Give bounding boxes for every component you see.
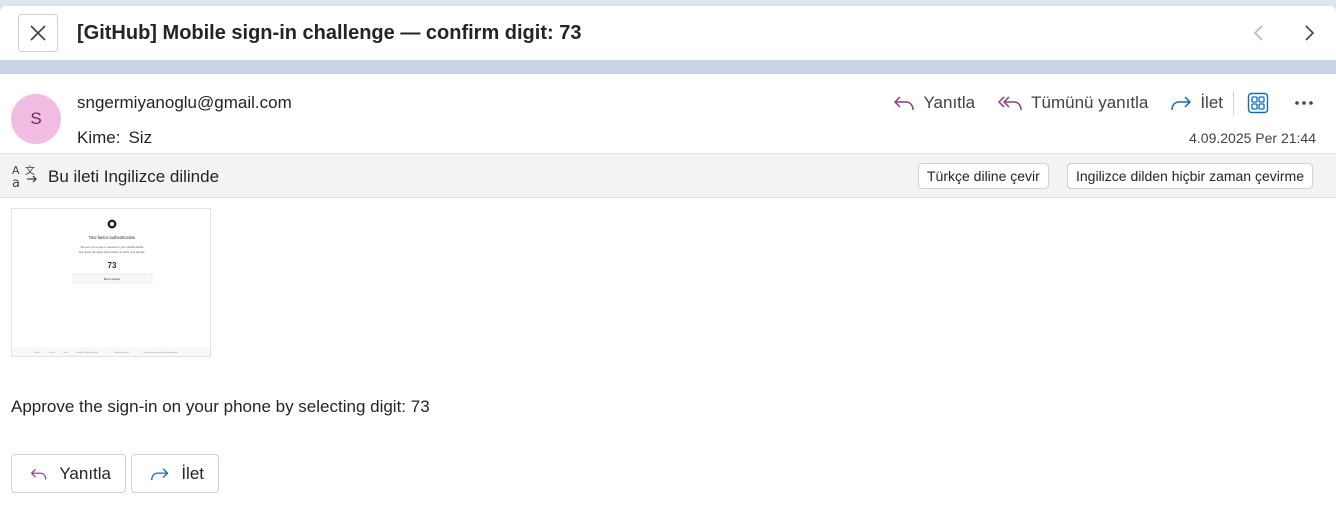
message-header: S sngermiyanoglu@gmail.com Kime: Siz Yanı… [0, 74, 1336, 154]
email-body-text: Approve the sign-in on your phone by sel… [11, 397, 430, 416]
recipient-line: Kime: Siz [77, 128, 160, 148]
bottom-reply-button[interactable]: Yanıtla [11, 454, 126, 493]
email-image-thumbnail[interactable]: Two-factor authentication We sent you a … [11, 208, 211, 357]
thumb-digit: 73 [108, 261, 117, 270]
reply-all-icon [998, 96, 1022, 111]
bottom-reply-label: Yanıtla [59, 463, 111, 483]
thumb-line1: We sent you a sign-in request on your Gi… [81, 245, 144, 249]
reply-label: Yanıtla [923, 93, 976, 112]
thumb-title: Two-factor authentication [89, 235, 136, 240]
bottom-forward-button[interactable]: İlet [131, 454, 219, 493]
forward-icon [151, 467, 169, 480]
thumb-footer-0: Terms [34, 351, 40, 354]
thumb-footer-3: Contact GitHub Support [76, 351, 98, 354]
avatar[interactable]: S [11, 94, 61, 144]
forward-button[interactable]: İlet [1170, 93, 1223, 113]
message-date: 4.09.2025 Per 21:44 [1189, 130, 1316, 146]
actions-divider [1233, 91, 1234, 115]
thumbnail-content: Two-factor authentication We sent you a … [12, 219, 210, 356]
reply-icon [894, 96, 915, 111]
more-actions-button[interactable] [1290, 89, 1318, 117]
svg-text:a: a [12, 176, 20, 189]
translation-bar: A 文 a Bu ileti Ingilizce dilinde Türkçe … [0, 153, 1336, 198]
translation-message: Bu ileti Ingilizce dilinde [48, 167, 220, 186]
thumb-more-options: More options [104, 277, 121, 281]
thumb-line2: app. Enter the digits shown below to ver… [79, 250, 145, 254]
to-label: Kime: [77, 128, 121, 147]
next-message-button[interactable] [1294, 18, 1324, 48]
translate-button[interactable]: Türkçe diline çevir [918, 163, 1049, 189]
forward-label: İlet [1200, 93, 1223, 112]
thumb-footer-2: Docs [63, 352, 68, 354]
reply-all-label: Tümünü yanıtla [1031, 93, 1149, 112]
apps-button[interactable] [1244, 89, 1272, 117]
close-icon [30, 25, 46, 41]
apps-grid-icon [1247, 92, 1269, 114]
thumb-footer-5: Do not share my personal information [143, 351, 178, 354]
chevron-right-icon [1305, 25, 1315, 41]
bottom-forward-label: İlet [181, 463, 204, 483]
reply-button[interactable]: Yanıtla [893, 93, 975, 113]
sender-address[interactable]: sngermiyanoglu@gmail.com [77, 93, 292, 113]
more-icon [1295, 101, 1313, 105]
thumb-footer-1: Privacy [48, 351, 56, 354]
message-actions: Yanıtla Tümünü yanıtla İlet [871, 88, 1318, 118]
title-bar: [GitHub] Mobile sign-in challenge — conf… [0, 6, 1336, 60]
translate-icon: A 文 a [12, 164, 37, 189]
never-translate-button[interactable]: Ingilizce dilden hiçbir zaman çevirme [1067, 163, 1313, 189]
thumb-footer-4: Manage cookies [114, 352, 129, 354]
chevron-left-icon [1253, 25, 1263, 41]
to-value[interactable]: Siz [128, 128, 152, 147]
forward-icon [1171, 96, 1192, 111]
email-subject: [GitHub] Mobile sign-in challenge — conf… [77, 22, 582, 44]
reply-icon [30, 468, 47, 480]
close-button[interactable] [18, 14, 58, 52]
svg-text:文: 文 [25, 164, 35, 177]
previous-message-button[interactable] [1244, 18, 1274, 48]
reply-all-button[interactable]: Tümünü yanıtla [997, 93, 1148, 113]
